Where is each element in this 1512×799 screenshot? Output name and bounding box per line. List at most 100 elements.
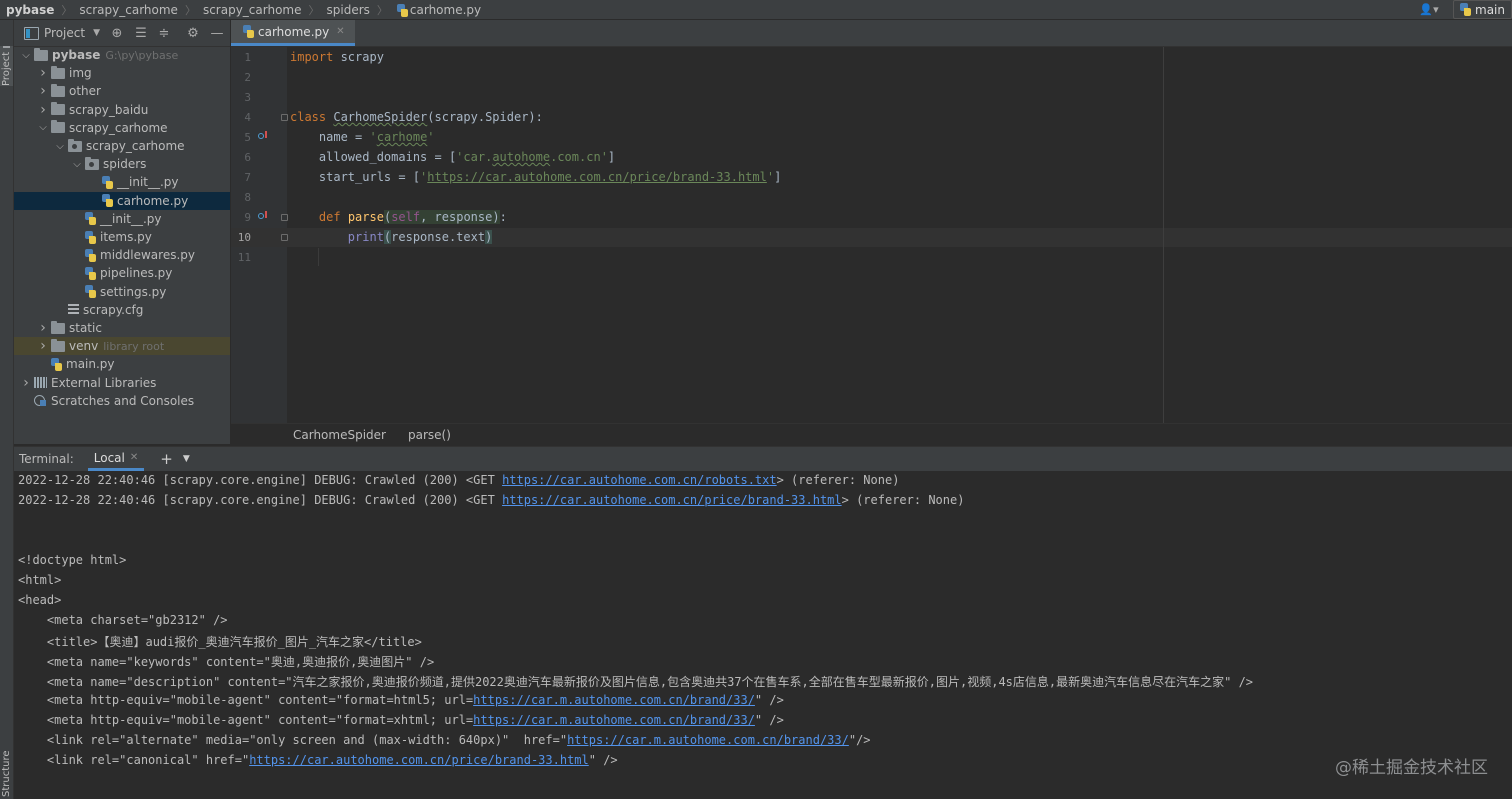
code-line-9: def parse(self, response):: [318, 210, 507, 224]
breadcrumb-item-carhome-py[interactable]: carhome.py: [393, 3, 483, 17]
tree-item[interactable]: __init__.py: [14, 210, 230, 228]
terminal-line: <link rel="alternate" media="only screen…: [18, 733, 871, 747]
python-file-icon: [243, 25, 254, 38]
terminal-link[interactable]: https://car.autohome.com.cn/price/brand-…: [249, 753, 589, 767]
expand-all-icon[interactable]: ☰: [134, 27, 148, 40]
chevron-down-icon[interactable]: ▼: [183, 454, 190, 464]
project-view-icon: [24, 26, 39, 40]
fold-marker-icon[interactable]: [281, 214, 288, 221]
structure-tool-tab[interactable]: Structure: [0, 747, 13, 798]
tree-item[interactable]: scrapy.cfg: [14, 301, 230, 319]
terminal-text: > (referer: None): [841, 493, 965, 507]
tree-item[interactable]: ⌵ pybase G:\py\pybase: [14, 46, 230, 64]
tree-item[interactable]: main.py: [14, 355, 230, 373]
breadcrumb-item-pybase[interactable]: pybase: [4, 3, 56, 17]
code-line-10: print(response.text): [347, 230, 493, 244]
tree-item[interactable]: middlewares.py: [14, 246, 230, 264]
terminal-link[interactable]: https://car.m.autohome.com.cn/brand/33/: [473, 693, 755, 707]
python-file-icon: [85, 266, 96, 280]
terminal-text: <meta http-equiv="mobile-agent" content=…: [18, 713, 474, 727]
tree-item[interactable]: › External Libraries: [14, 374, 230, 392]
terminal-link[interactable]: https://car.m.autohome.com.cn/brand/33/: [567, 733, 849, 747]
tree-item[interactable]: › static: [14, 319, 230, 337]
fold-marker-icon[interactable]: [281, 114, 288, 121]
breadcrumb-item-spiders[interactable]: spiders: [325, 3, 372, 17]
close-icon[interactable]: ✕: [336, 26, 344, 37]
project-view-selector[interactable]: Project: [44, 26, 85, 40]
package-icon: [68, 138, 82, 152]
folder-icon: [51, 65, 65, 79]
terminal-link[interactable]: https://car.autohome.com.cn/robots.txt: [502, 473, 777, 487]
chevron-right-icon[interactable]: ›: [37, 102, 49, 118]
tree-item[interactable]: Scratches and Consoles: [14, 392, 230, 410]
terminal-text: " />: [588, 753, 618, 767]
chevron-down-icon[interactable]: ▼: [93, 28, 100, 38]
terminal-line: <!doctype html>: [18, 553, 126, 567]
terminal-title: Terminal:: [19, 452, 74, 466]
terminal-text: " />: [754, 713, 784, 727]
tree-item[interactable]: ⌵ scrapy_carhome: [14, 137, 230, 155]
terminal-line: <meta name="description" content="汽车之家报价…: [18, 673, 1253, 690]
editor-breadcrumb-class[interactable]: CarhomeSpider: [231, 428, 386, 442]
watermark: @稀土掘金技术社区: [1335, 758, 1488, 778]
tree-item-label: __init__.py: [117, 175, 179, 190]
tree-item[interactable]: items.py: [14, 228, 230, 246]
tab-carhome-py[interactable]: carhome.py ✕: [231, 20, 355, 46]
chevron-right-icon[interactable]: ›: [37, 83, 49, 99]
fold-marker-icon[interactable]: [281, 234, 288, 241]
tree-item[interactable]: › scrapy_baidu: [14, 101, 230, 119]
run-configuration-selector[interactable]: main: [1453, 0, 1512, 19]
collapse-all-icon[interactable]: ≑: [157, 27, 171, 40]
tree-item-label: middlewares.py: [100, 248, 195, 263]
override-marker-icon[interactable]: [258, 131, 268, 141]
terminal-line: <head>: [18, 593, 61, 607]
tree-item-label: scrapy_carhome: [69, 120, 168, 135]
tree-item[interactable]: settings.py: [14, 283, 230, 301]
tree-item[interactable]: carhome.py: [14, 191, 230, 210]
folder-icon: [51, 320, 65, 334]
tree-item[interactable]: pipelines.py: [14, 264, 230, 282]
toolbar-right: 👤▾ main: [1411, 0, 1512, 19]
config-file-icon: [68, 303, 79, 316]
chevron-down-icon[interactable]: ⌵: [20, 50, 32, 61]
tab-terminal-local[interactable]: Local ✕: [87, 447, 145, 471]
terminal-link[interactable]: https://car.autohome.com.cn/price/brand-…: [502, 493, 842, 507]
tree-item[interactable]: › venv library root: [14, 337, 230, 356]
user-menu-button[interactable]: 👤▾: [1411, 0, 1447, 19]
folder-icon: [51, 83, 65, 97]
override-marker-icon[interactable]: [258, 211, 268, 221]
chevron-down-icon[interactable]: ⌵: [71, 159, 83, 170]
python-file-icon: [85, 248, 96, 262]
chevron-right-icon[interactable]: ›: [20, 375, 32, 391]
close-icon[interactable]: ✕: [130, 452, 138, 463]
chevron-right-icon[interactable]: ›: [37, 320, 49, 336]
locate-file-icon[interactable]: ⊕: [110, 27, 124, 40]
terminal-text: "/>: [848, 733, 871, 747]
chevron-right-icon[interactable]: ›: [37, 65, 49, 81]
tree-item[interactable]: › other: [14, 82, 230, 100]
breadcrumb-item-scrapy-carhome[interactable]: scrapy_carhome: [77, 3, 180, 17]
terminal-link[interactable]: https://car.m.autohome.com.cn/brand/33/: [473, 713, 755, 727]
terminal-text: <meta charset="gb2312" />: [18, 613, 228, 627]
hide-panel-icon[interactable]: —: [210, 27, 224, 40]
gear-icon[interactable]: ⚙: [186, 27, 200, 40]
tree-item-label: scrapy.cfg: [83, 302, 144, 317]
terminal-text: <link rel="alternate" media="only screen…: [18, 733, 568, 747]
tree-item[interactable]: ⌵ scrapy_carhome: [14, 119, 230, 137]
breadcrumb-item-scrapy-carhome-package[interactable]: scrapy_carhome: [201, 3, 304, 17]
project-tool-tab[interactable]: Project: [0, 46, 13, 86]
terminal-text: <title>【奥迪】audi报价_奥迪汽车报价_图片_汽车之家</title>: [18, 635, 422, 649]
editor-breadcrumb-method[interactable]: parse(): [386, 428, 451, 442]
chevron-right-icon[interactable]: ›: [37, 338, 49, 354]
code-line-7: start_urls = ['https://car.autohome.com.…: [290, 170, 782, 184]
tree-item[interactable]: __init__.py: [14, 173, 230, 191]
terminal-text: > (referer: None): [776, 473, 900, 487]
chevron-down-icon[interactable]: ⌵: [37, 122, 49, 133]
structure-tool-tab-label: Structure: [1, 750, 12, 798]
tree-item[interactable]: › img: [14, 64, 230, 82]
chevron-down-icon[interactable]: ⌵: [54, 141, 66, 152]
tree-item[interactable]: ⌵ spiders: [14, 155, 230, 173]
add-terminal-icon[interactable]: +: [160, 450, 173, 468]
python-file-icon: [85, 230, 96, 244]
terminal-line: <meta name="keywords" content="奥迪,奥迪报价,奥…: [18, 653, 434, 670]
